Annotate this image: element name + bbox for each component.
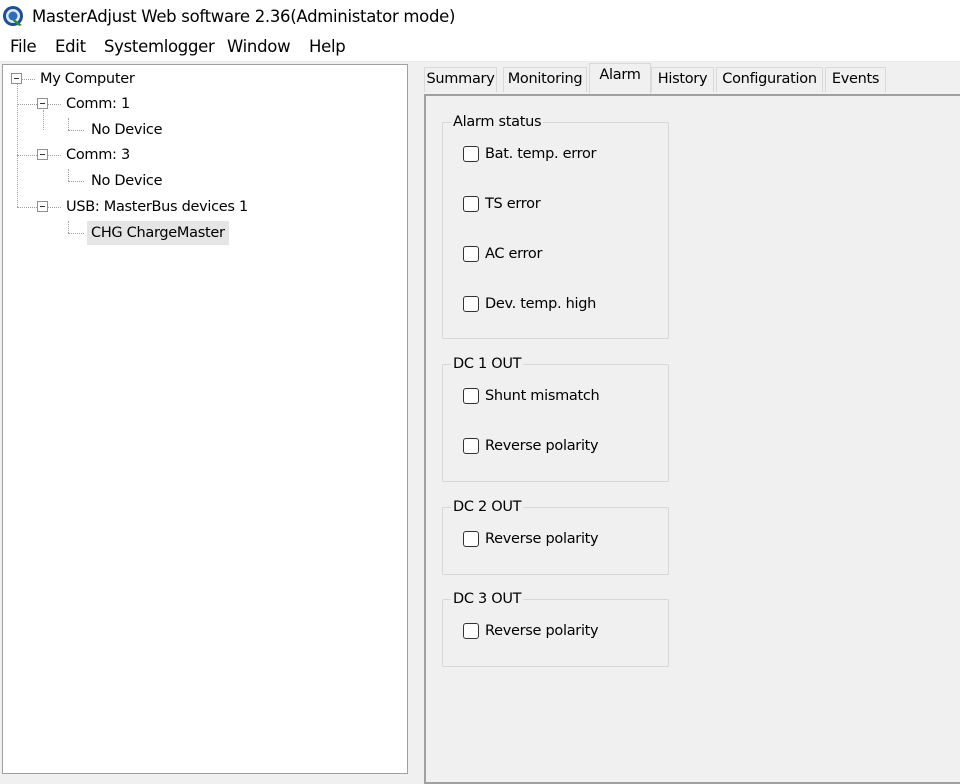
menu-window[interactable]: Window	[227, 37, 291, 56]
tab-alarm[interactable]: Alarm	[589, 63, 651, 94]
tree-connector	[48, 155, 61, 156]
checkbox-label: Reverse polarity	[485, 623, 599, 639]
tree-item-chg-chargemaster[interactable]: CHG ChargeMaster	[87, 221, 229, 245]
tree-item-comm-1[interactable]: Comm: 1	[62, 94, 134, 114]
checkbox-label: Shunt mismatch	[485, 388, 600, 404]
checkbox-box[interactable]	[463, 623, 479, 639]
tab-history[interactable]: History	[651, 67, 714, 92]
tree-connector	[43, 110, 44, 130]
collapse-icon[interactable]	[37, 149, 48, 160]
tab-summary[interactable]: Summary	[424, 67, 497, 92]
panel-splitter[interactable]	[410, 64, 414, 770]
masteradjust-icon	[3, 6, 23, 26]
title-bar: MasterAdjust Web software 2.36(Administa…	[0, 0, 960, 34]
checkbox-box[interactable]	[463, 438, 479, 454]
tree-connector	[68, 130, 84, 131]
dc2-out-group: DC 2 OUT Reverse polarity	[442, 498, 669, 575]
tab-monitoring[interactable]: Monitoring	[503, 67, 587, 92]
checkbox-label: Reverse polarity	[485, 531, 599, 547]
tree-connector	[22, 79, 35, 80]
checkbox-box[interactable]	[463, 196, 479, 212]
checkbox-label: Reverse polarity	[485, 438, 599, 454]
tree-connector	[68, 181, 84, 182]
checkbox-label: Dev. temp. high	[485, 296, 597, 312]
dc1-out-group: DC 1 OUT Shunt mismatch Reverse polarity	[442, 355, 669, 482]
menu-help[interactable]: Help	[309, 37, 346, 56]
collapse-icon[interactable]	[37, 98, 48, 109]
tree-item-no-device[interactable]: No Device	[87, 171, 166, 191]
tree-connector	[68, 221, 69, 233]
tab-configuration[interactable]: Configuration	[716, 67, 823, 92]
collapse-icon[interactable]	[37, 201, 48, 212]
collapse-icon[interactable]	[11, 73, 22, 84]
checkbox-box[interactable]	[463, 531, 479, 547]
dc3-out-group: DC 3 OUT Reverse polarity	[442, 590, 669, 667]
tree-item-comm-3[interactable]: Comm: 3	[62, 145, 134, 165]
tree-connector	[17, 104, 37, 105]
group-title: DC 3 OUT	[451, 590, 524, 608]
tab-events[interactable]: Events	[825, 67, 886, 92]
menu-systemlogger[interactable]: Systemlogger	[104, 37, 215, 56]
checkbox-box[interactable]	[463, 388, 479, 404]
menu-bar: File Edit Systemlogger Window Help	[0, 34, 960, 62]
checkbox-label: Bat. temp. error	[485, 146, 597, 162]
alarm-status-group: Alarm status Bat. temp. error TS error A…	[442, 113, 669, 339]
checkbox-box[interactable]	[463, 146, 479, 162]
checkbox-box[interactable]	[463, 246, 479, 262]
checkbox-box[interactable]	[463, 296, 479, 312]
group-title: DC 2 OUT	[451, 498, 524, 516]
checkbox-label: AC error	[485, 246, 543, 262]
tree-connector	[68, 118, 69, 130]
tree-item-my-computer[interactable]: My Computer	[36, 69, 138, 89]
tree-connector	[48, 104, 61, 105]
menu-file[interactable]: File	[10, 37, 37, 56]
device-tree[interactable]	[2, 64, 408, 774]
tree-item-usb-masterbus[interactable]: USB: MasterBus devices 1	[62, 197, 252, 217]
group-title: Alarm status	[451, 113, 544, 131]
tree-connector	[68, 169, 69, 181]
tree-connector	[17, 207, 37, 208]
tree-connector	[17, 155, 37, 156]
tree-connector	[17, 84, 18, 207]
tree-connector	[48, 207, 61, 208]
window-title: MasterAdjust Web software 2.36(Administa…	[32, 7, 456, 26]
tree-item-no-device[interactable]: No Device	[87, 120, 166, 140]
group-title: DC 1 OUT	[451, 355, 524, 373]
tree-connector	[68, 233, 84, 234]
checkbox-label: TS error	[485, 196, 541, 212]
menu-edit[interactable]: Edit	[55, 37, 86, 56]
